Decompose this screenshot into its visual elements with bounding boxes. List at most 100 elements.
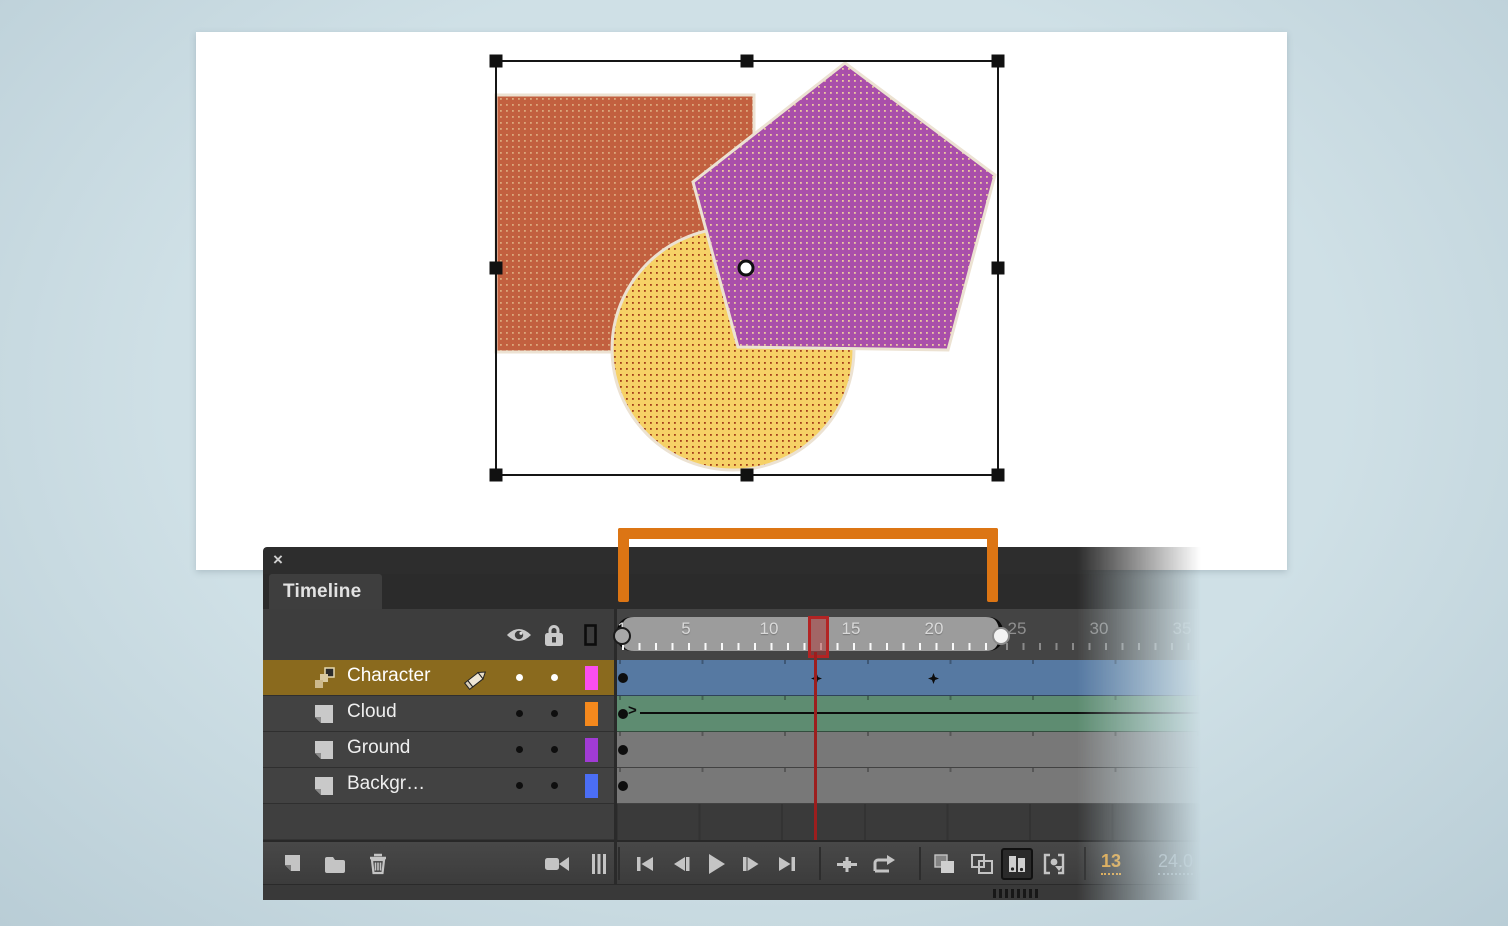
layer-row-background[interactable]: Backgr… [263, 768, 1210, 804]
eye-icon[interactable] [504, 609, 534, 660]
lock-dot[interactable] [551, 746, 558, 753]
delete-layer-icon[interactable] [362, 848, 394, 880]
toolbar-divider [819, 847, 821, 880]
handle-bottom-right[interactable] [992, 469, 1005, 482]
desktop: × Timeline 1 5 [0, 0, 1508, 926]
center-frame-icon[interactable] [831, 848, 863, 880]
layer-color-swatch[interactable] [585, 738, 598, 762]
keyframe-dot[interactable] [618, 781, 628, 791]
frame-track-cloud[interactable]: > [616, 696, 1210, 732]
tab-timeline[interactable]: Timeline [269, 574, 382, 609]
ruler-label: 30 [1090, 619, 1109, 639]
close-icon[interactable]: × [273, 550, 283, 570]
timeline-panel: × Timeline 1 5 [263, 547, 1210, 900]
visibility-dot[interactable] [516, 674, 523, 681]
layer-depth-icon[interactable] [583, 848, 615, 880]
pencil-icon [461, 665, 491, 691]
current-frame-field[interactable]: 13 [1101, 851, 1121, 875]
empty-layer-area [263, 804, 615, 840]
layer-name-cell[interactable]: Backgr… [263, 768, 615, 804]
camera-icon[interactable] [541, 848, 573, 880]
layer-icon [313, 774, 335, 798]
lock-dot[interactable] [551, 710, 558, 717]
empty-frames-area[interactable] [616, 804, 1210, 840]
tween-line [640, 712, 1206, 714]
edit-multiple-frames-icon[interactable] [1001, 848, 1033, 880]
visibility-dot[interactable] [516, 746, 523, 753]
timeline-toolbar: 13 24.0 [263, 840, 1210, 884]
onion-skin-icon[interactable] [929, 848, 961, 880]
panel-bottom-strip [263, 884, 1210, 900]
ruler-label: 5 [681, 619, 690, 639]
toolbar-divider [1084, 847, 1086, 880]
handle-top-right[interactable] [992, 55, 1005, 68]
handle-mid-right[interactable] [992, 262, 1005, 275]
ruler-label: 35 [1173, 619, 1192, 639]
handle-bottom-left[interactable] [490, 469, 503, 482]
layer-icon [313, 738, 335, 762]
modify-markers-icon[interactable] [1038, 848, 1070, 880]
outline-box-icon[interactable] [575, 609, 605, 660]
ruler-label: 25 [1008, 619, 1027, 639]
ruler-label: 20 [925, 619, 944, 639]
handle-top-center[interactable] [741, 55, 754, 68]
keyframe-marker[interactable] [928, 673, 939, 684]
onion-skin-outlines-icon[interactable] [966, 848, 998, 880]
panel-titlebar: × [263, 547, 1210, 574]
layer-name-cell[interactable]: Ground [263, 732, 615, 768]
column-divider [614, 609, 617, 884]
step-forward-icon[interactable] [735, 848, 767, 880]
frame-track-ground[interactable] [616, 732, 1210, 768]
loop-icon[interactable] [868, 848, 900, 880]
playhead[interactable] [808, 616, 829, 658]
timeline-ruler[interactable]: 1 5 10 15 20 25 30 35 [616, 609, 1210, 660]
layer-row-cloud[interactable]: Cloud > [263, 696, 1210, 732]
handle-top-left[interactable] [490, 55, 503, 68]
layer-color-swatch[interactable] [585, 774, 598, 798]
layer-icon [313, 702, 335, 726]
visibility-dot[interactable] [516, 782, 523, 789]
layer-icon [313, 666, 337, 690]
layer-name: Ground [347, 737, 410, 759]
onion-range-start-handle[interactable] [613, 627, 631, 645]
handle-bottom-center[interactable] [741, 469, 754, 482]
handle-mid-left[interactable] [490, 262, 503, 275]
transformation-point[interactable] [739, 261, 753, 275]
ruler-label: 10 [760, 619, 779, 639]
layer-row-character[interactable]: Character [263, 660, 1210, 696]
new-folder-icon[interactable] [319, 848, 351, 880]
visibility-dot[interactable] [516, 710, 523, 717]
step-back-icon[interactable] [665, 848, 697, 880]
keyframe-dot[interactable] [618, 673, 628, 683]
keyframe-dot[interactable] [618, 745, 628, 755]
layer-name-cell[interactable]: Character [263, 660, 615, 696]
toolbar-divider [919, 847, 921, 880]
go-to-last-frame-icon[interactable] [771, 848, 803, 880]
layer-name: Cloud [347, 701, 397, 723]
annotation-bracket-top [618, 528, 998, 539]
go-to-first-frame-icon[interactable] [629, 848, 661, 880]
lock-dot[interactable] [551, 782, 558, 789]
resize-grip[interactable] [993, 889, 1039, 898]
annotation-bracket-left-leg [618, 528, 629, 602]
keyframe-dot[interactable] [618, 709, 628, 719]
lock-icon[interactable] [539, 609, 569, 660]
layer-name-cell[interactable]: Cloud [263, 696, 615, 732]
layer-controls-header [263, 609, 615, 660]
onion-range-end-handle[interactable] [992, 627, 1010, 645]
tween-start-glyph: > [628, 702, 637, 719]
frame-rate-field[interactable]: 24.0 [1158, 851, 1193, 875]
annotation-bracket-right-leg [987, 528, 998, 602]
new-layer-icon[interactable] [277, 848, 309, 880]
layer-color-swatch[interactable] [585, 702, 598, 726]
play-icon[interactable] [700, 848, 732, 880]
layer-name: Backgr… [347, 773, 425, 795]
toolbar-divider [618, 847, 620, 880]
lock-dot[interactable] [551, 674, 558, 681]
ruler-label: 15 [842, 619, 861, 639]
frame-track-background[interactable] [616, 768, 1210, 804]
playhead-line [814, 652, 817, 840]
frame-track-character[interactable] [616, 660, 1210, 696]
layer-row-ground[interactable]: Ground [263, 732, 1210, 768]
layer-color-swatch[interactable] [585, 666, 598, 690]
